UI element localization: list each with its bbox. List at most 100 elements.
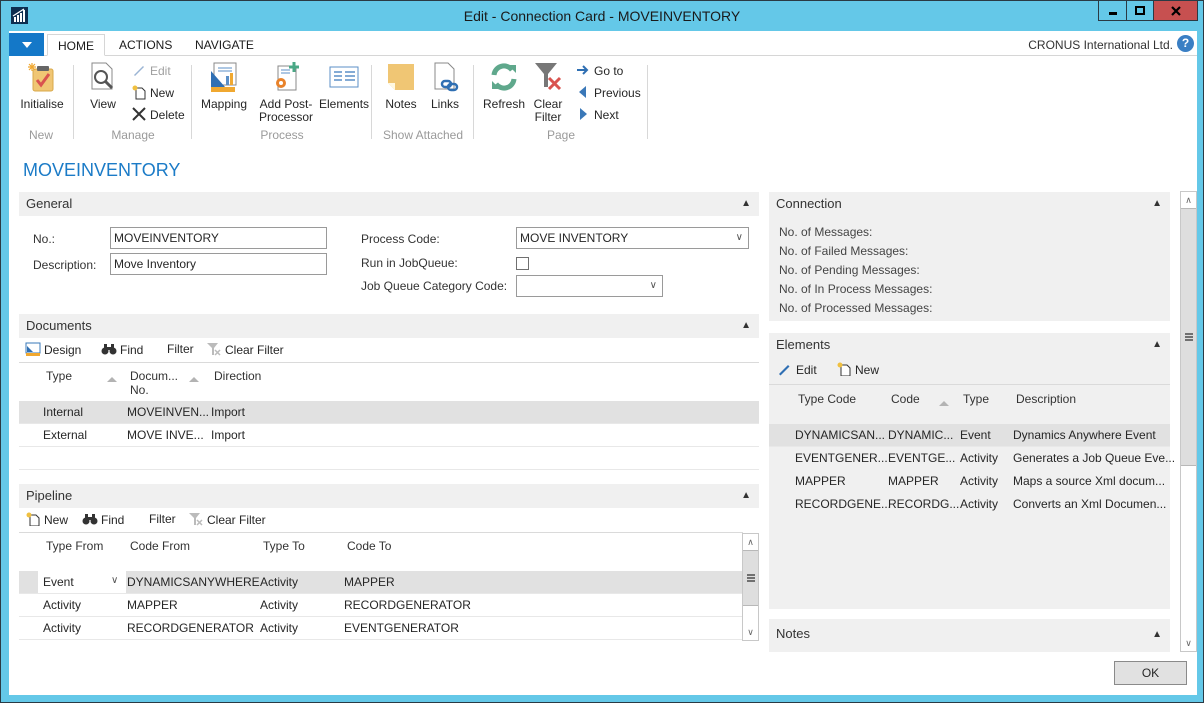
collapse-icon[interactable]: ▲	[741, 320, 751, 331]
pipeline-new-button[interactable]: New	[25, 512, 68, 527]
table-row[interactable]: DYNAMICSAN... DYNAMIC... Event Dynamics …	[769, 424, 1170, 447]
run-in-jobqueue-checkbox[interactable]	[516, 257, 529, 270]
general-fasttab-header[interactable]: General ▲	[19, 192, 759, 216]
elements-header[interactable]: Elements ▲	[769, 333, 1170, 357]
tab-navigate[interactable]: NAVIGATE	[185, 34, 264, 56]
delete-button[interactable]: Delete	[131, 106, 185, 124]
application-menu-button[interactable]	[9, 33, 44, 56]
ribbon-separator	[371, 65, 372, 139]
table-row[interactable]: RECORDGENE... RECORDG... Activity Conver…	[769, 493, 1170, 516]
app-window: Edit - Connection Card - MOVEINVENTORY H…	[0, 0, 1204, 703]
design-button[interactable]: Design	[25, 342, 81, 357]
scroll-up-icon[interactable]: ∧	[1181, 192, 1196, 208]
col-header-document-no[interactable]: Docum... No.	[130, 369, 178, 397]
view-button[interactable]: View	[85, 61, 121, 111]
close-button[interactable]	[1153, 1, 1198, 21]
job-queue-category-select[interactable]: ∨	[516, 275, 663, 297]
col-header-type-code[interactable]: Type Code	[798, 392, 856, 406]
scroll-down-icon[interactable]: ∨	[1181, 635, 1196, 651]
pipeline-fasttab-header[interactable]: Pipeline ▲	[19, 484, 759, 508]
pipeline-scrollbar[interactable]: ∧ ∨	[742, 533, 759, 641]
next-button[interactable]: Next	[575, 106, 619, 124]
table-row[interactable]: Activity RECORDGENERATOR Activity EVENTG…	[19, 617, 743, 640]
pipeline-filter-button[interactable]: Filter	[149, 512, 176, 526]
cell-type: Internal	[43, 405, 84, 419]
initialise-button[interactable]: Initialise	[13, 61, 71, 111]
col-header-code-from[interactable]: Code From	[130, 539, 190, 553]
process-code-select[interactable]: MOVE INVENTORY ∨	[516, 227, 749, 249]
documents-fasttab-header[interactable]: Documents ▲	[19, 314, 759, 338]
col-header-document-no-line1: Docum...	[130, 369, 179, 383]
scroll-down-icon[interactable]: ∨	[743, 624, 758, 640]
collapse-icon[interactable]: ▲	[741, 198, 751, 209]
edit-button[interactable]: Edit	[131, 62, 171, 80]
no-field[interactable]: MOVEINVENTORY	[110, 227, 327, 249]
no-of-processed-messages-label: No. of Processed Messages:	[779, 301, 933, 315]
ribbon-group-show-attached: Notes Links Show Attached	[373, 57, 473, 145]
find-button[interactable]: Find	[101, 342, 143, 357]
go-to-label: Go to	[594, 64, 624, 78]
chevron-down-icon: ∨	[649, 280, 657, 291]
links-button[interactable]: Links	[427, 61, 463, 111]
col-header-direction[interactable]: Direction	[214, 369, 261, 383]
collapse-icon[interactable]: ▲	[1152, 198, 1162, 209]
description-field[interactable]: Move Inventory	[110, 253, 327, 275]
collapse-icon[interactable]: ▲	[1152, 339, 1162, 350]
clear-filter-icon	[189, 513, 203, 526]
clear-filter-button[interactable]: Clear Filter	[529, 61, 567, 124]
elements-new-button[interactable]: New	[836, 362, 879, 377]
page-scrollbar[interactable]: ∧ ∨	[1180, 191, 1197, 652]
table-row[interactable]: Internal MOVEINVEN... Import	[19, 401, 759, 424]
table-row[interactable]: Activity MAPPER Activity RECORDGENERATOR	[19, 594, 743, 617]
filter-button[interactable]: Filter	[167, 342, 194, 356]
scroll-thumb[interactable]	[743, 550, 758, 606]
ok-button[interactable]: OK	[1114, 661, 1187, 685]
pipeline-title: Pipeline	[26, 488, 73, 503]
type-from-select[interactable]: Event ∨	[38, 571, 126, 593]
go-to-button[interactable]: Go to	[575, 62, 623, 80]
refresh-button[interactable]: Refresh	[483, 61, 525, 111]
mapping-button[interactable]: Mapping	[199, 61, 249, 111]
collapse-icon[interactable]: ▲	[741, 490, 751, 501]
connection-header[interactable]: Connection ▲	[769, 192, 1170, 216]
col-header-description[interactable]: Description	[1016, 392, 1076, 406]
previous-label: Previous	[594, 86, 641, 100]
scroll-thumb[interactable]	[1181, 208, 1196, 466]
pipeline-find-button[interactable]: Find	[82, 512, 124, 527]
col-header-type[interactable]: Type	[46, 369, 72, 383]
add-post-processor-button[interactable]: Add Post- Processor	[257, 61, 315, 124]
pipeline-clear-filter-action[interactable]: Clear Filter	[188, 512, 266, 527]
col-header-code[interactable]: Code	[891, 392, 920, 406]
cell-code: MAPPER	[888, 474, 939, 488]
arrow-right-icon	[577, 65, 589, 75]
notes-button[interactable]: Notes	[381, 61, 421, 111]
cell-type-code: EVENTGENER...	[795, 451, 888, 465]
help-icon[interactable]: ?	[1177, 35, 1194, 52]
notes-factbox-header[interactable]: Notes ▲	[769, 619, 1170, 652]
clear-filter-action[interactable]: Clear Filter	[206, 342, 284, 357]
pipeline-grid: Type From Code From Type To Code To Even…	[19, 532, 743, 642]
cell-type: Activity	[960, 451, 999, 465]
collapse-icon[interactable]: ▲	[1152, 629, 1162, 640]
col-header-type[interactable]: Type	[963, 392, 989, 406]
table-row[interactable]: EVENTGENER... EVENTGE... Activity Genera…	[769, 447, 1175, 470]
col-header-code-to[interactable]: Code To	[347, 539, 391, 553]
tab-home[interactable]: HOME	[47, 34, 105, 56]
table-row[interactable]: External MOVE INVE... Import	[19, 424, 759, 447]
scroll-up-icon[interactable]: ∧	[743, 534, 758, 550]
table-row[interactable]: Event ∨ DYNAMICSANYWHERE Activity MAPPER	[19, 571, 743, 594]
elements-button[interactable]: Elements	[319, 61, 369, 111]
tab-actions[interactable]: ACTIONS	[109, 34, 182, 56]
maximize-button[interactable]	[1126, 1, 1154, 21]
cell-type-to: Activity	[260, 621, 299, 635]
cell-type-from: Activity	[43, 621, 82, 635]
minimize-button[interactable]	[1098, 1, 1127, 21]
new-button[interactable]: New	[131, 84, 174, 102]
table-row[interactable]: MAPPER MAPPER Activity Maps a source Xml…	[769, 470, 1170, 493]
previous-button[interactable]: Previous	[575, 84, 641, 102]
group-label-manage: Manage	[111, 128, 155, 142]
col-header-type-from[interactable]: Type From	[46, 539, 103, 553]
cell-type-code: DYNAMICSAN...	[795, 428, 886, 442]
elements-edit-button[interactable]: Edit	[777, 362, 817, 377]
col-header-type-to[interactable]: Type To	[263, 539, 305, 553]
